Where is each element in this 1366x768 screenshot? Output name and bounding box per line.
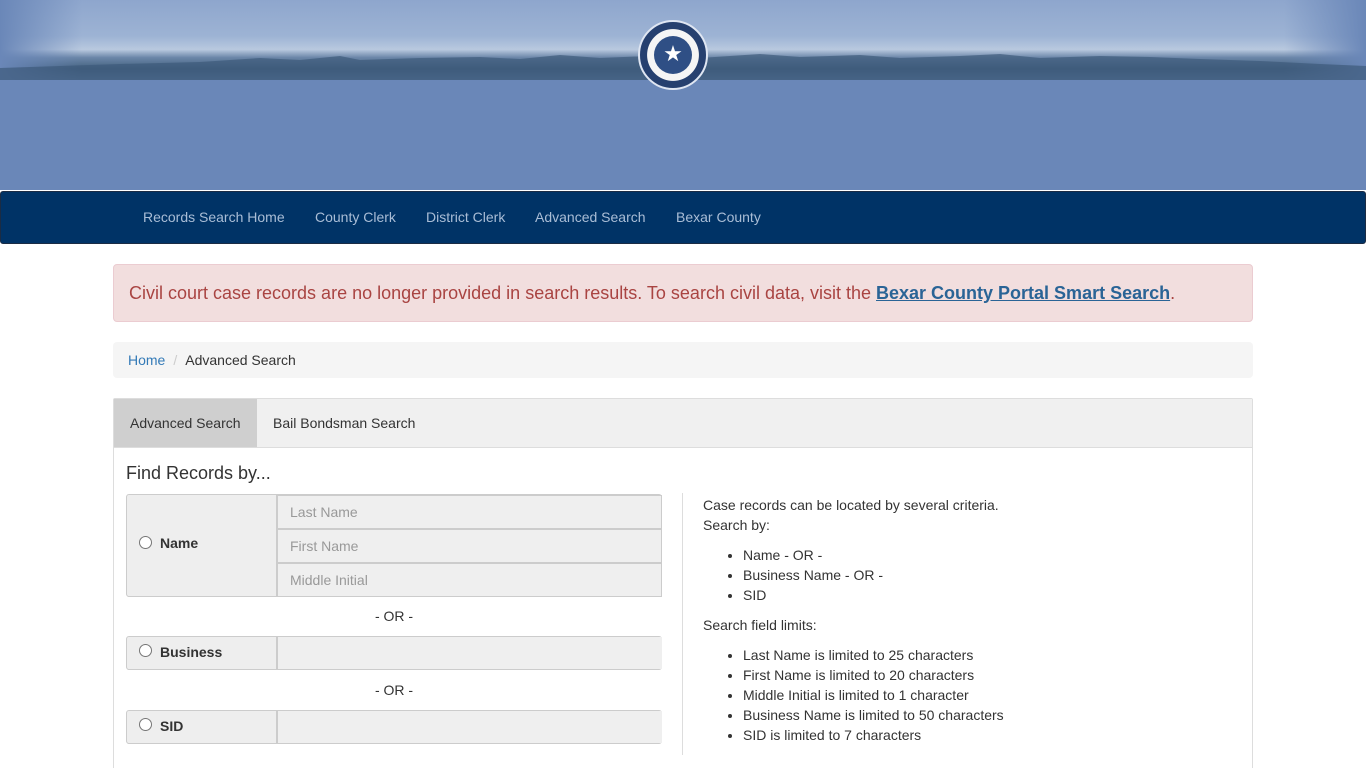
list-item: Business Name - OR - xyxy=(743,565,1223,585)
breadcrumb-current: Advanced Search xyxy=(185,352,296,368)
business-radio[interactable] xyxy=(139,644,152,657)
sid-field-group: SID xyxy=(126,710,662,744)
nav-county-clerk[interactable]: County Clerk xyxy=(315,192,396,243)
field-limits-list: Last Name is limited to 25 characters Fi… xyxy=(743,645,1223,745)
tab-bail-bondsman-search[interactable]: Bail Bondsman Search xyxy=(257,399,431,447)
first-name-input[interactable] xyxy=(277,529,662,563)
sid-radio-label: SID xyxy=(160,718,184,734)
list-item: SID is limited to 7 characters xyxy=(743,725,1223,745)
list-item: Last Name is limited to 25 characters xyxy=(743,645,1223,665)
main-navbar: Records Search Home County Clerk Distric… xyxy=(0,191,1366,244)
business-name-input[interactable] xyxy=(277,637,662,669)
name-field-group: Name xyxy=(126,494,662,597)
column-divider xyxy=(682,493,683,755)
find-records-title: Find Records by... xyxy=(126,463,271,483)
alert-suffix: . xyxy=(1170,283,1176,303)
business-field-group: Business xyxy=(126,636,662,670)
sid-input[interactable] xyxy=(277,711,662,743)
nav-district-clerk[interactable]: District Clerk xyxy=(426,192,505,243)
list-item: Middle Initial is limited to 1 character xyxy=(743,685,1223,705)
name-radio-cell: Name xyxy=(127,495,277,596)
middle-initial-input[interactable] xyxy=(277,563,662,597)
business-radio-label: Business xyxy=(160,644,223,660)
search-panel: Advanced Search Bail Bondsman Search Fin… xyxy=(113,398,1253,768)
alert-text: Civil court case records are no longer p… xyxy=(129,283,877,303)
search-criteria-list: Name - OR - Business Name - OR - SID xyxy=(743,545,1223,605)
name-radio-label: Name xyxy=(160,535,199,551)
search-tabs: Advanced Search Bail Bondsman Search xyxy=(114,399,1252,448)
business-radio-cell: Business xyxy=(127,637,277,669)
list-item: SID xyxy=(743,585,1223,605)
breadcrumb-home-link[interactable]: Home xyxy=(128,352,165,368)
texas-state-seal-icon: ★ xyxy=(638,20,708,90)
help-intro-line1: Case records can be located by several c… xyxy=(703,497,999,513)
breadcrumb-separator: / xyxy=(173,352,178,368)
site-header: ★ xyxy=(0,0,1366,190)
breadcrumb: Home / Advanced Search xyxy=(113,342,1253,378)
civil-records-alert: Civil court case records are no longer p… xyxy=(113,264,1253,322)
nav-records-search-home[interactable]: Records Search Home xyxy=(143,192,285,243)
list-item: Business Name is limited to 50 character… xyxy=(743,705,1223,725)
sid-radio[interactable] xyxy=(139,718,152,731)
or-separator: - OR - xyxy=(374,608,414,624)
last-name-input[interactable] xyxy=(277,495,662,529)
search-help: Case records can be located by several c… xyxy=(703,495,1223,755)
nav-advanced-search[interactable]: Advanced Search xyxy=(535,192,646,243)
seal-star: ★ xyxy=(654,36,692,74)
name-radio[interactable] xyxy=(139,536,152,549)
list-item: First Name is limited to 20 characters xyxy=(743,665,1223,685)
limits-title: Search field limits: xyxy=(703,617,817,633)
tab-advanced-search[interactable]: Advanced Search xyxy=(114,399,257,447)
list-item: Name - OR - xyxy=(743,545,1223,565)
sid-radio-cell: SID xyxy=(127,711,277,743)
help-intro-line2: Search by: xyxy=(703,517,770,533)
nav-bexar-county[interactable]: Bexar County xyxy=(676,192,761,243)
portal-smart-search-link[interactable]: Bexar County Portal Smart Search xyxy=(876,283,1170,303)
or-separator: - OR - xyxy=(374,682,414,698)
